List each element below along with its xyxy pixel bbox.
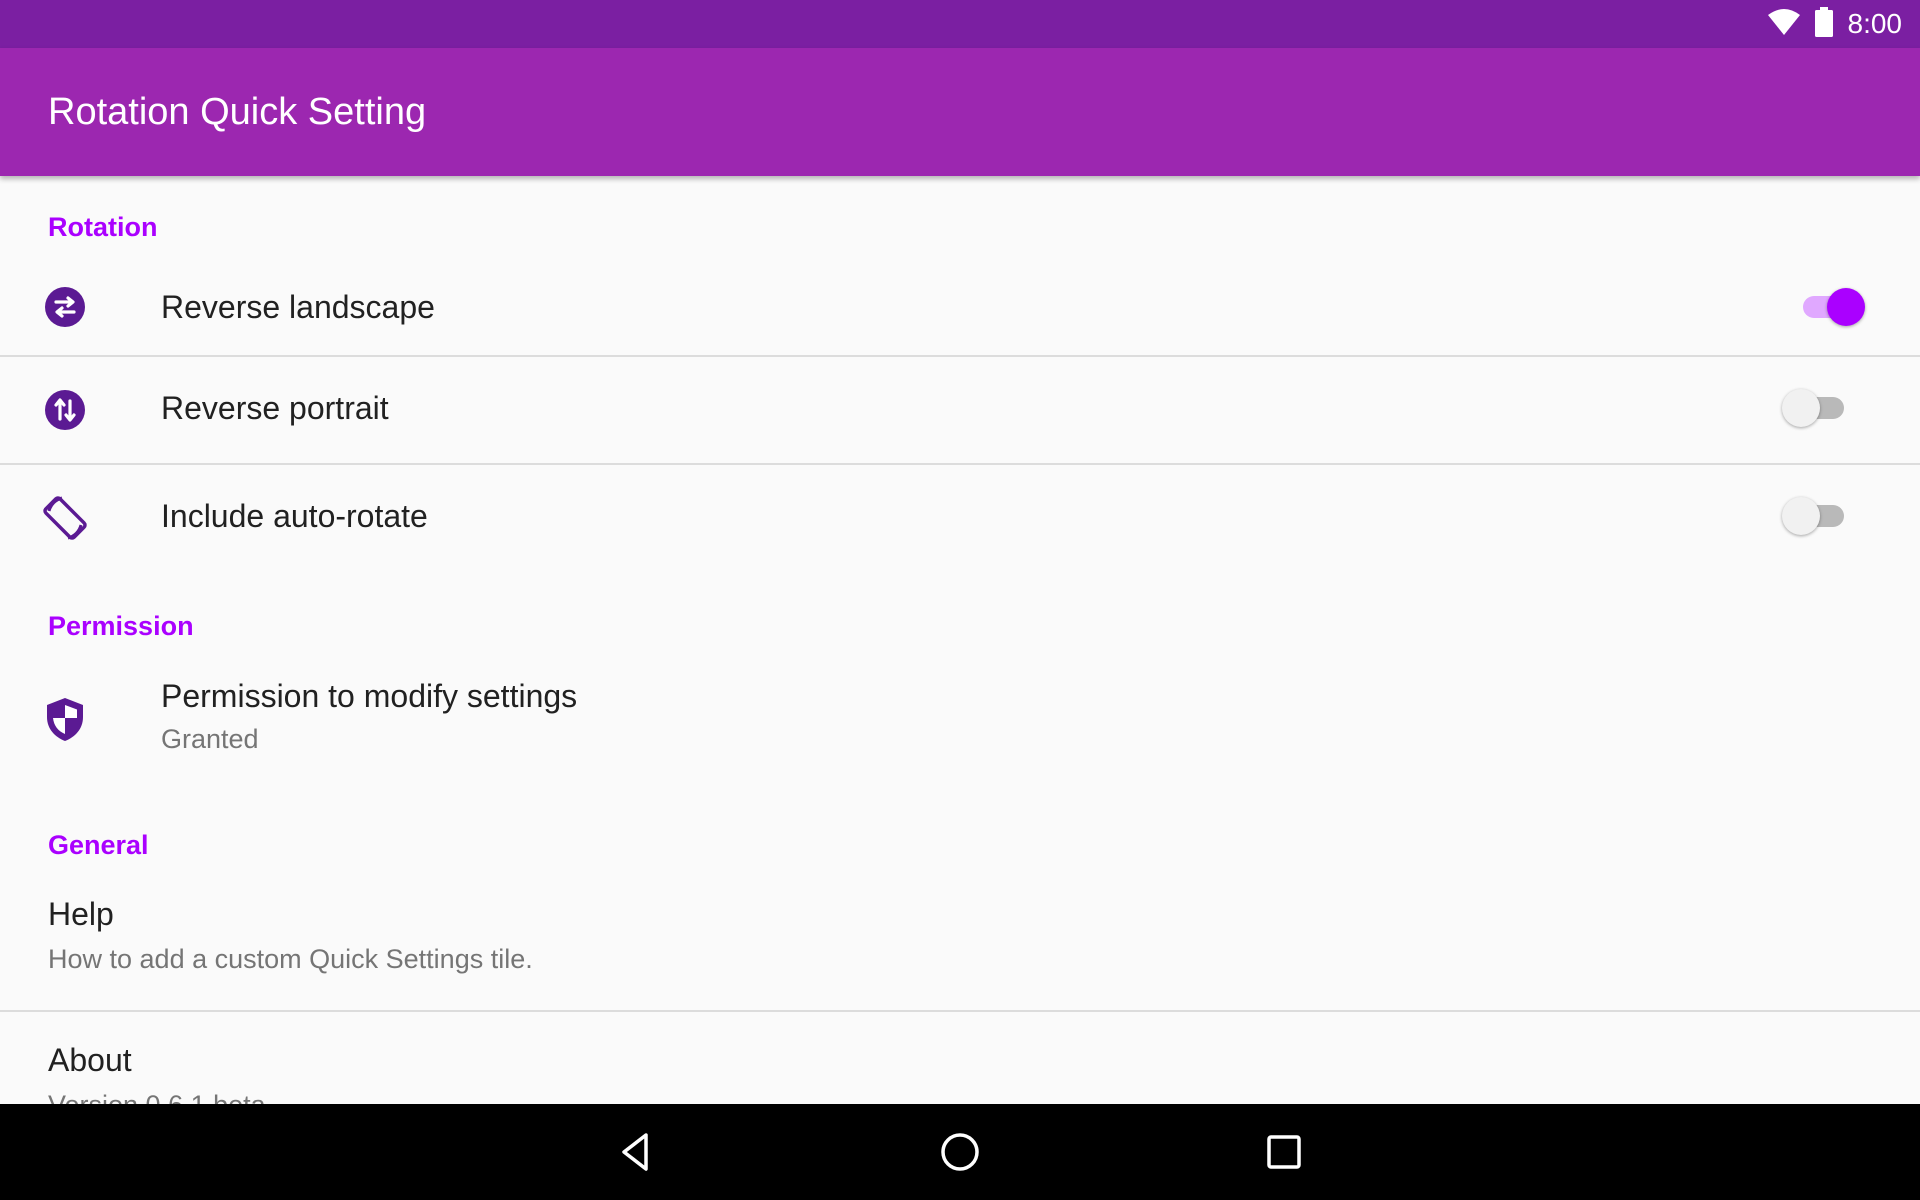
pref-summary: How to add a custom Quick Settings tile. <box>48 944 533 974</box>
pref-include-auto-rotate[interactable]: Include auto-rotate <box>0 465 1920 571</box>
pref-help[interactable]: Help How to add a custom Quick Settings … <box>0 876 1920 1010</box>
section-header-rotation: Rotation <box>48 212 158 242</box>
swap-horizontal-icon <box>40 282 90 332</box>
swap-vertical-icon <box>40 385 90 435</box>
screen-rotation-icon <box>40 493 90 543</box>
status-bar: 8:00 <box>0 0 1920 48</box>
section-header-general: General <box>48 830 149 860</box>
app-title: Rotation Quick Setting <box>48 91 427 133</box>
preferences-list[interactable]: Rotation Reverse landscape Reverse portr… <box>0 176 1920 1104</box>
switch-thumb <box>1782 389 1820 427</box>
pref-title: Permission to modify settings <box>161 678 578 714</box>
pref-title: Include auto-rotate <box>161 498 428 534</box>
section-header-permission: Permission <box>48 611 194 641</box>
reverse-landscape-switch[interactable] <box>1795 284 1865 330</box>
pref-title: About <box>48 1042 132 1078</box>
pref-title: Reverse portrait <box>161 390 389 426</box>
pref-about[interactable]: About Version 0.6.1 beta <box>0 1012 1920 1104</box>
status-icons: 8:00 <box>1767 0 1903 48</box>
pref-reverse-landscape[interactable]: Reverse landscape <box>0 254 1920 364</box>
switch-thumb <box>1827 288 1865 326</box>
pref-summary: Granted <box>161 724 259 754</box>
app-bar: Rotation Quick Setting <box>0 48 1920 176</box>
status-clock: 8:00 <box>1847 8 1903 39</box>
pref-reverse-portrait[interactable]: Reverse portrait <box>0 357 1920 463</box>
recents-icon[interactable] <box>1260 1128 1308 1176</box>
back-icon[interactable] <box>612 1128 660 1176</box>
pref-permission-modify-settings[interactable]: Permission to modify settings Granted <box>0 656 1920 806</box>
wifi-icon <box>1767 8 1800 41</box>
switch-thumb <box>1782 497 1820 535</box>
pref-summary: Version 0.6.1 beta <box>48 1090 266 1104</box>
navigation-bar <box>0 1104 1920 1200</box>
reverse-portrait-switch[interactable] <box>1782 385 1852 431</box>
pref-title: Reverse landscape <box>161 289 435 325</box>
security-shield-icon <box>40 694 90 744</box>
pref-title: Help <box>48 896 114 932</box>
home-icon[interactable] <box>936 1128 984 1176</box>
include-auto-rotate-switch[interactable] <box>1782 493 1852 539</box>
battery-icon <box>1814 6 1834 42</box>
